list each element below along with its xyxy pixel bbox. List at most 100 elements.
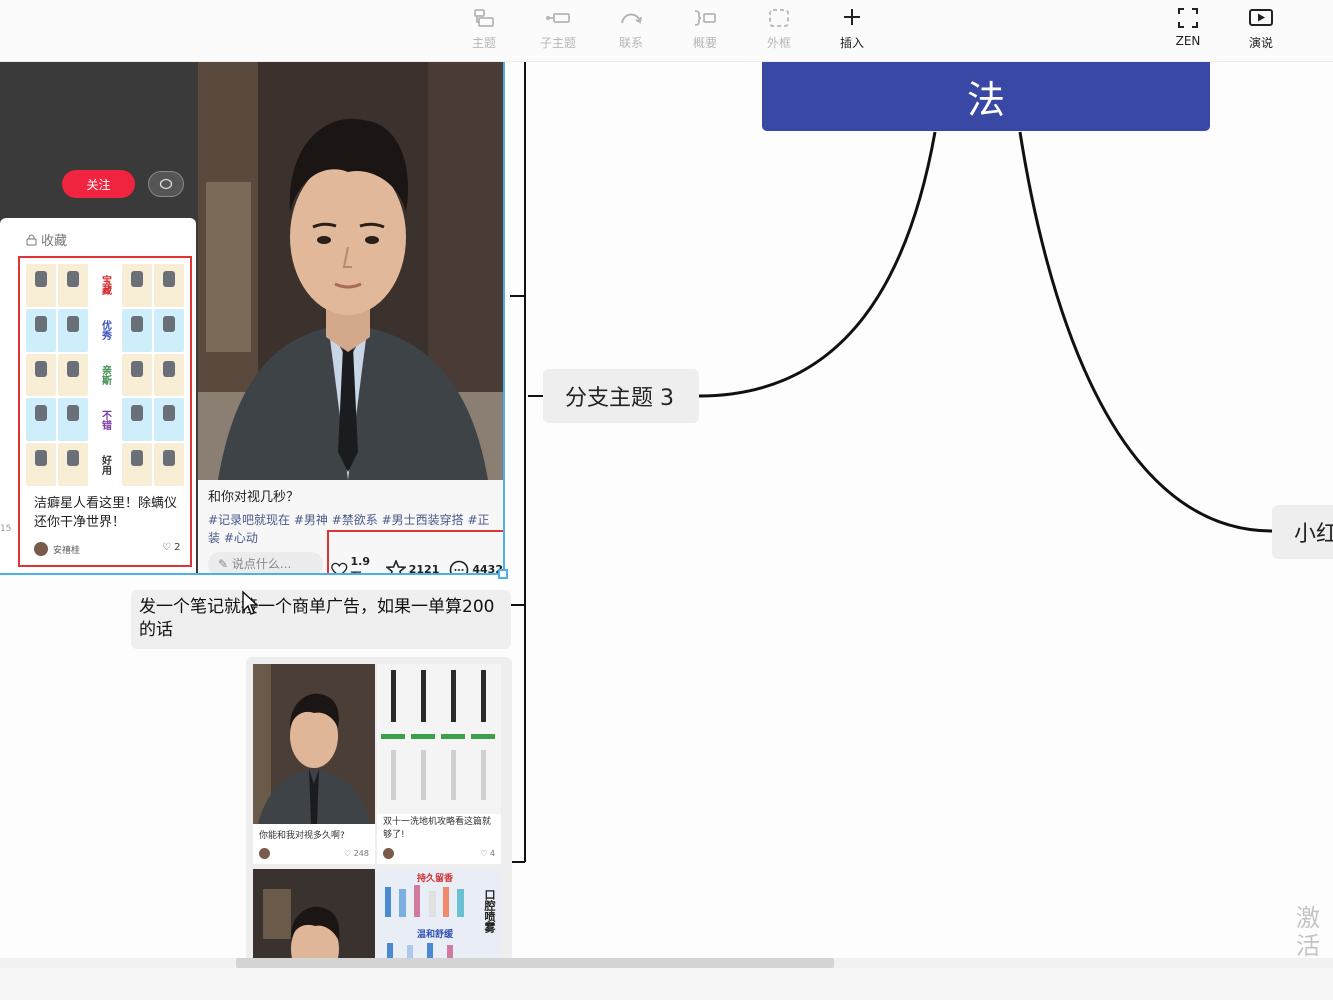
grid-label-text: 不错 — [99, 409, 111, 430]
topic-button[interactable]: 主题 — [452, 4, 516, 58]
boundary-icon — [769, 9, 789, 27]
card-likes-count: 2 — [174, 542, 181, 553]
product-cell — [58, 443, 88, 486]
product-cell — [122, 264, 152, 307]
highlight-box — [327, 530, 503, 573]
product-cell — [154, 264, 184, 307]
product-cell — [58, 398, 88, 442]
card-title: 洁癖星人看这里！除螨仪还你干净世界！ — [34, 496, 178, 530]
banner-side: 口腔喷雾 — [483, 889, 496, 933]
relationship-button[interactable]: 联系 — [599, 4, 663, 58]
mouse-cursor-icon — [242, 590, 259, 615]
comment-input: ✎ 说点什么... — [208, 552, 323, 573]
topic-label: 主题 — [471, 36, 496, 50]
tile-caption: 你能和我对视多久啊? — [259, 831, 345, 841]
resize-handle[interactable] — [498, 569, 508, 579]
present-button[interactable]: 演说 — [1229, 4, 1293, 58]
screenshot-image-2[interactable]: 你能和我对视多久啊? ♡ 248 双十一洗地机攻略看这篇就够了! ♡ 4 持久留… — [246, 657, 512, 958]
summary-button[interactable]: 概要 — [673, 4, 737, 58]
boundary-button[interactable]: 外框 — [747, 4, 811, 58]
fullscreen-icon — [1178, 8, 1198, 28]
right-branch-topic[interactable]: 小红 — [1272, 505, 1333, 559]
tile-meta: ♡ 4 — [383, 848, 495, 859]
grid-label-text: 亲斯 — [99, 364, 111, 385]
topic-icon — [474, 9, 494, 27]
feed-tile: 你能和我对视多久啊? ♡ 248 — [253, 664, 375, 864]
central-topic[interactable]: 法 — [762, 62, 1210, 131]
tile-meta: ♡ 248 — [259, 848, 369, 859]
portrait-illustration — [198, 62, 503, 480]
note-topic[interactable]: 发一个笔记就接一个商单广告，如果一单算200的话 — [131, 590, 511, 649]
grid-label: 宝藏 — [90, 264, 120, 307]
product-cell — [26, 308, 56, 352]
relationship-icon — [621, 13, 642, 24]
relationship-label: 联系 — [618, 36, 643, 50]
insert-button[interactable]: 插入 — [820, 4, 884, 58]
subtopic-icon — [546, 13, 570, 23]
mindmap-canvas[interactable]: 法 分支主题 3 小红 关注 收藏 宝藏 优秀 亲斯 不错 好用 洁癖星人看这里… — [0, 62, 1333, 958]
scrollbar-thumb[interactable] — [236, 958, 834, 968]
product-cell — [26, 443, 56, 486]
product-cell — [154, 353, 184, 397]
zen-button[interactable]: ZEN — [1156, 4, 1220, 58]
tile-likes-count: 248 — [353, 849, 369, 858]
product-grid: 宝藏 优秀 亲斯 不错 好用 — [26, 264, 184, 486]
portrait-thumbnail — [253, 869, 375, 958]
screenshot-image-1[interactable]: 关注 收藏 宝藏 优秀 亲斯 不错 好用 洁癖星人看这里！除螨仪还你干净世界！ … — [0, 62, 505, 575]
summary-label: 概要 — [692, 36, 717, 50]
boundary-label: 外框 — [766, 36, 791, 50]
tile-likes: ♡ 248 — [344, 849, 369, 858]
product-cell — [58, 264, 88, 307]
product-cell — [122, 308, 152, 352]
card-likes: ♡ 2 — [162, 542, 181, 553]
branch-topic-3[interactable]: 分支主题 3 — [543, 369, 699, 423]
product-cell — [26, 353, 56, 397]
zen-label: ZEN — [1175, 34, 1201, 48]
grid-label-text: 优秀 — [99, 320, 111, 341]
feed-tile: 双十一洗地机攻略看这篇就够了! ♡ 4 — [377, 664, 501, 864]
product-cell — [122, 398, 152, 442]
tile-caption: 双十一洗地机攻略看这篇就够了! — [383, 817, 492, 840]
spray-thumbnail — [385, 885, 464, 958]
video-panel: 关注 收藏 宝藏 优秀 亲斯 不错 好用 洁癖星人看这里！除螨仪还你干净世界！ … — [0, 62, 198, 573]
product-cell — [122, 443, 152, 486]
vacuum-thumbnail — [377, 664, 501, 814]
summary-icon — [694, 10, 716, 26]
portrait-thumbnail — [253, 664, 375, 824]
comment-placeholder: 说点什么... — [231, 557, 292, 571]
card-user: 安禧桂 — [34, 542, 80, 556]
feed-tile — [253, 869, 375, 958]
edge-number: 15 — [0, 524, 12, 534]
lock-icon — [26, 234, 37, 245]
favorites-label: 收藏 — [41, 234, 68, 249]
product-cell — [26, 264, 56, 307]
product-cell — [58, 308, 88, 352]
feed-tile: 持久留香 温和舒缓 口腔喷雾 — [377, 869, 501, 958]
grid-label: 优秀 — [90, 308, 120, 352]
product-cell — [26, 398, 56, 442]
product-cell — [154, 443, 184, 486]
plus-icon — [844, 9, 860, 25]
insert-label: 插入 — [839, 36, 864, 50]
tile-likes: ♡ 4 — [480, 849, 495, 858]
post-title: 和你对视几秒？ — [208, 490, 300, 505]
favorites-tab: 收藏 — [26, 230, 67, 249]
toolbar: 主题 子主题 联系 概要 外框 插入 ZEN 演说 — [0, 0, 1333, 62]
status-bar — [0, 968, 1333, 1000]
follow-button: 关注 — [62, 170, 135, 198]
avatar — [383, 848, 394, 859]
avatar — [259, 848, 270, 859]
grid-label: 不错 — [90, 398, 120, 442]
product-cell — [122, 353, 152, 397]
watermark-line-1: 激活 — [1296, 904, 1320, 958]
grid-label: 亲斯 — [90, 353, 120, 397]
present-label: 演说 — [1248, 36, 1273, 50]
card-user-name: 安禧桂 — [53, 545, 81, 556]
activation-watermark: 激活 转到 — [1296, 904, 1333, 958]
play-icon — [1249, 9, 1273, 26]
grid-label: 好用 — [90, 443, 120, 486]
product-cell — [154, 398, 184, 442]
comment-bubble-icon — [148, 171, 184, 197]
subtopic-button[interactable]: 子主题 — [526, 4, 590, 58]
portrait-photo — [198, 62, 503, 480]
